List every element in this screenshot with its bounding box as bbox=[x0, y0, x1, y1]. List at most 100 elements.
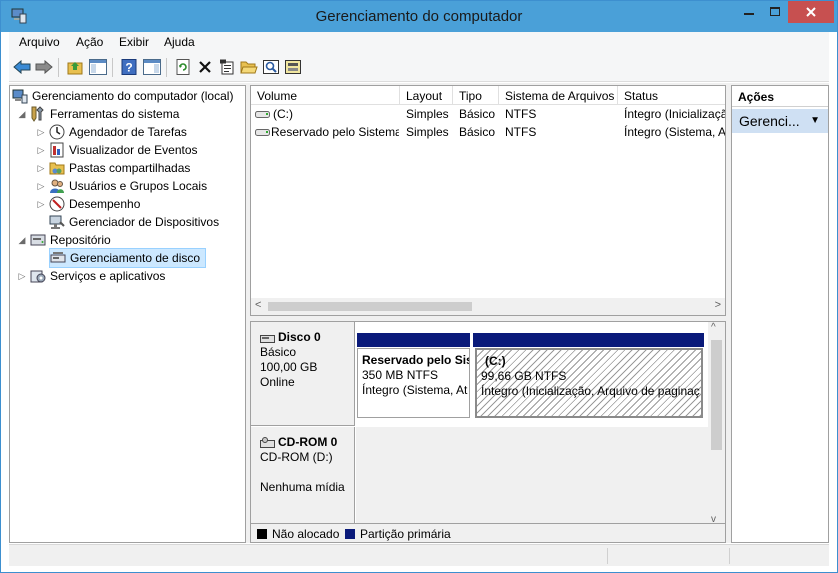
scroll-up-icon[interactable]: ^ bbox=[711, 322, 716, 333]
cdrom-type: CD-ROM (D:) bbox=[260, 450, 333, 464]
menu-file[interactable]: Arquivo bbox=[19, 35, 60, 49]
partition-bar-c bbox=[473, 333, 704, 347]
legend-swatch-primary bbox=[345, 529, 355, 539]
collapsed-arrow-icon[interactable]: ▷ bbox=[35, 199, 47, 210]
scroll-right-icon[interactable]: > bbox=[715, 299, 721, 311]
horizontal-scrollbar[interactable]: < > bbox=[251, 298, 725, 315]
cell-status: Íntegro (Sistema, At bbox=[624, 125, 726, 139]
performance-icon bbox=[49, 196, 65, 212]
open-button[interactable] bbox=[239, 57, 259, 77]
vertical-scrollbar[interactable]: ^ v bbox=[708, 322, 725, 525]
clock-icon bbox=[49, 124, 65, 140]
tree-node-storage[interactable]: ◢ Repositório bbox=[16, 231, 111, 249]
tree-label: Visualizador de Eventos bbox=[69, 143, 198, 157]
partition-name: Reservado pelo Sis bbox=[362, 353, 470, 367]
tree-node-performance[interactable]: ▷ Desempenho bbox=[35, 195, 140, 213]
drive-icon bbox=[255, 111, 270, 118]
collapsed-arrow-icon[interactable]: ▷ bbox=[35, 145, 47, 156]
expanded-arrow-icon[interactable]: ◢ bbox=[16, 235, 28, 246]
partition-c[interactable]: (C:) 99,66 GB NTFS Íntegro (Inicializaçã… bbox=[475, 348, 703, 418]
collapsed-arrow-icon[interactable]: ▷ bbox=[35, 163, 47, 174]
tree-node-system-tools[interactable]: ◢ Ferramentas do sistema bbox=[16, 105, 179, 123]
up-level-button[interactable] bbox=[65, 57, 85, 77]
minimize-button[interactable] bbox=[736, 1, 762, 23]
menu-action[interactable]: Ação bbox=[76, 35, 103, 49]
menu-bar: Arquivo Ação Exibir Ajuda bbox=[9, 32, 829, 53]
tree-node-device-manager[interactable]: Gerenciador de Dispositivos bbox=[49, 213, 219, 231]
back-button[interactable] bbox=[12, 57, 32, 77]
maximize-button[interactable] bbox=[762, 1, 788, 23]
cdrom-name: CD-ROM 0 bbox=[278, 435, 338, 449]
window-title: Gerenciamento do computador bbox=[315, 8, 523, 25]
navigation-tree[interactable]: Gerenciamento do computador (local) ◢ Fe… bbox=[9, 85, 246, 543]
scroll-left-icon[interactable]: < bbox=[255, 299, 261, 311]
scrollbar-thumb[interactable] bbox=[711, 340, 722, 450]
column-header-layout[interactable]: Layout bbox=[400, 86, 453, 105]
column-header-status[interactable]: Status bbox=[618, 86, 725, 105]
shared-folder-icon bbox=[49, 162, 65, 175]
cell-status: Íntegro (Inicializaçã bbox=[624, 107, 726, 121]
properties-button[interactable] bbox=[217, 57, 237, 77]
cell-filesystem: NTFS bbox=[505, 107, 537, 121]
tree-node-local-users[interactable]: ▷ Usuários e Grupos Locais bbox=[35, 177, 207, 195]
column-header-filesystem[interactable]: Sistema de Arquivos bbox=[499, 86, 618, 105]
tree-node-shared-folders[interactable]: ▷ Pastas compartilhadas bbox=[35, 159, 191, 177]
disk-settings-button[interactable] bbox=[283, 57, 303, 77]
status-divider bbox=[729, 548, 730, 564]
column-header-volume[interactable]: Volume bbox=[251, 86, 400, 105]
toolbar: ? bbox=[9, 53, 829, 82]
tools-icon bbox=[31, 106, 44, 122]
disk-layout-view[interactable]: Disco 0 Básico 100,00 GB Online Reservad… bbox=[250, 321, 726, 543]
collapsed-arrow-icon[interactable]: ▷ bbox=[35, 181, 47, 192]
tree-label: Ferramentas do sistema bbox=[50, 107, 180, 121]
search-disk-button[interactable] bbox=[261, 57, 281, 77]
partition-bar-reserved bbox=[357, 333, 470, 347]
scrollbar-thumb[interactable] bbox=[268, 302, 472, 311]
close-button[interactable] bbox=[788, 1, 834, 23]
show-hide-action-pane-button[interactable] bbox=[142, 57, 162, 77]
close-icon bbox=[806, 7, 816, 17]
svg-text:?: ? bbox=[125, 61, 132, 75]
menu-help[interactable]: Ajuda bbox=[164, 35, 195, 49]
forward-button[interactable] bbox=[34, 57, 54, 77]
cell-layout: Simples bbox=[406, 107, 449, 121]
collapsed-arrow-icon[interactable]: ▷ bbox=[35, 127, 47, 138]
tree-label: Desempenho bbox=[69, 197, 141, 211]
open-folder-icon bbox=[240, 61, 258, 74]
tree-node-root[interactable]: Gerenciamento do computador (local) bbox=[12, 87, 233, 105]
tree-node-event-viewer[interactable]: ▷ Visualizador de Eventos bbox=[35, 141, 198, 159]
cdrom-0-label[interactable]: CD-ROM 0 CD-ROM (D:) Nenhuma mídia bbox=[251, 427, 355, 525]
toolbar-separator bbox=[112, 58, 113, 77]
users-icon bbox=[50, 179, 64, 193]
tree-node-task-scheduler[interactable]: ▷ Agendador de Tarefas bbox=[35, 123, 187, 141]
delete-icon bbox=[199, 61, 211, 73]
tree-node-disk-management[interactable]: Gerenciamento de disco bbox=[49, 248, 206, 268]
partition-size: 99,66 GB NTFS bbox=[481, 369, 567, 383]
computer-management-icon bbox=[12, 89, 28, 104]
search-disk-icon bbox=[263, 60, 279, 74]
delete-button[interactable] bbox=[195, 57, 215, 77]
menu-view[interactable]: Exibir bbox=[119, 35, 149, 49]
expanded-arrow-icon[interactable]: ◢ bbox=[16, 109, 28, 120]
tree-label: Agendador de Tarefas bbox=[69, 125, 187, 139]
disk-0-label[interactable]: Disco 0 Básico 100,00 GB Online bbox=[251, 322, 355, 426]
status-bar bbox=[9, 544, 829, 566]
collapsed-arrow-icon[interactable]: ▷ bbox=[16, 271, 28, 282]
refresh-button[interactable] bbox=[173, 57, 193, 77]
event-viewer-icon bbox=[50, 142, 64, 158]
legend-swatch-unallocated bbox=[257, 529, 267, 539]
tree-node-services[interactable]: ▷ Serviços e aplicativos bbox=[16, 267, 166, 285]
volume-list[interactable]: Volume Layout Tipo Sistema de Arquivos S… bbox=[250, 85, 726, 316]
caret-down-icon[interactable]: ▼ bbox=[810, 115, 820, 126]
storage-icon bbox=[30, 234, 46, 246]
toolbar-separator bbox=[58, 58, 59, 77]
actions-item-disk-management[interactable]: Gerenci... ▼ bbox=[732, 109, 828, 133]
cell-type: Básico bbox=[459, 125, 496, 139]
help-button[interactable]: ? bbox=[119, 57, 139, 77]
title-bar[interactable]: Gerenciamento do computador bbox=[1, 1, 837, 32]
cell-layout: Simples bbox=[406, 125, 449, 139]
partition-reserved[interactable]: Reservado pelo Sis 350 MB NTFS Íntegro (… bbox=[357, 348, 470, 418]
column-header-type[interactable]: Tipo bbox=[453, 86, 499, 105]
show-hide-tree-button[interactable] bbox=[88, 57, 108, 77]
drive-icon bbox=[255, 129, 270, 136]
